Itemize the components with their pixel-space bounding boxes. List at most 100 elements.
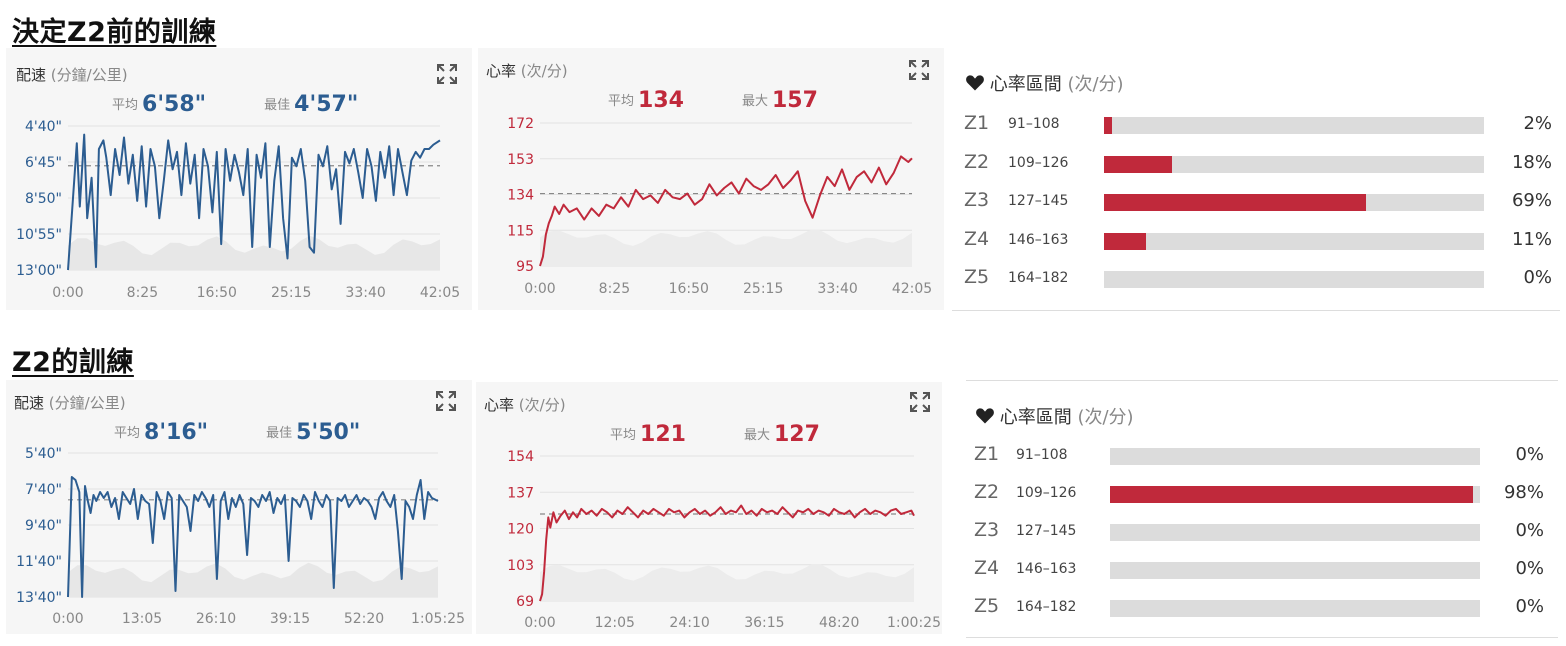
zone-row-z1: Z1 91–108 0% [966,443,1558,467]
hr-zones-header: 心率區間 (次/分) [976,403,1134,429]
zone-range: 164–182 [1008,270,1069,286]
zone-bar-track [1110,562,1480,579]
y-tick-label: 137 [507,485,534,501]
pace-chart: 4'40" 6'45" 8'50" 10'55" 13'00" 0:00 8:25 16:50… [16,119,460,301]
background-area [540,229,912,266]
y-tick-label: 11'40" [16,554,62,570]
zone-bar-fill [1104,155,1173,173]
zone-percent: 0% [1523,267,1552,288]
zone-percent: 18% [1511,151,1552,173]
zone-name: Z3 [974,519,1000,541]
y-tick-label: 120 [507,522,534,538]
zone-range: 127–145 [1008,193,1069,209]
y-tick-label: 153 [507,152,534,168]
zone-range: 146–163 [1008,231,1069,248]
y-tick-label: 7'40" [25,482,62,498]
pace-chart-panel: 配速 (分鐘/公里) 平均 6'58" 最佳 4'57" 4'40" 6'45" 8'50… [6,48,472,310]
x-tick-label: 48:20 [819,615,859,631]
hr-chart-panel: 心率 (次/分) 平均 134 最大 157 172 153 134 115 95 0:00 8:… [478,48,944,310]
zone-bar-fill [1104,232,1146,250]
zone-range: 164–182 [1016,599,1077,615]
y-tick-label: 13'00" [16,263,62,279]
zone-bar-track [1104,194,1484,211]
x-tick-label: 12:05 [595,615,635,631]
zone-name: Z3 [964,189,990,211]
x-tick-label: 0:00 [52,285,83,301]
zone-range: 109–126 [1016,485,1077,501]
y-tick-label: 172 [507,116,534,132]
zone-bar-track [1104,117,1484,134]
section-title: Z2的訓練 [12,347,134,378]
y-tick-label: 103 [507,558,534,574]
zones-label: 心率區間 [989,74,1062,95]
zone-row-z5: Z5 164–182 0% [966,595,1558,619]
zone-percent: 69% [1511,190,1552,211]
x-tick-label: 24:10 [669,615,709,631]
y-tick-label: 134 [507,188,534,204]
x-tick-label: 1:05:25 [411,611,465,627]
zone-bar-fill [1110,486,1473,503]
background-area [540,564,914,601]
x-tick-label: 25:15 [743,281,783,297]
zone-row-z1: Z1 91–108 2% [952,112,1560,136]
y-tick-label: 5'40" [25,446,62,462]
zone-name: Z1 [964,112,990,134]
x-tick-label: 42:05 [892,281,932,297]
pace-chart-panel: 配速 (分鐘/公里) 平均 8'16" 最佳 5'50" 5'40" 7'40" 9'40… [6,380,472,634]
zone-bar-track [1110,486,1480,503]
zone-percent: 0% [1515,596,1544,617]
zones-unit: (次/分) [1067,74,1124,95]
section-title: 決定Z2前的訓練 [12,17,217,48]
x-tick-label: 0:00 [524,281,555,297]
zone-percent: 0% [1515,558,1544,579]
zone-percent: 2% [1523,113,1552,134]
y-tick-label: 154 [507,449,534,465]
hr-chart-panel: 心率 (次/分) 平均 121 最大 127 154 137 120 103 69 0:00 12… [476,382,942,634]
zone-row-z3: Z3 127–145 0% [966,519,1558,543]
pace-chart: 5'40" 7'40" 9'40" 11'40" 13'40" 0:00 13:05 26:1… [16,446,465,627]
y-tick-label: 9'40" [25,518,62,534]
y-tick-label: 4'40" [25,119,62,135]
x-tick-label: 0:00 [524,615,555,631]
hr-zones-panel: 心率區間 (次/分) Z1 91–108 2% Z2 109–126 18% Z3 127–1… [952,48,1560,311]
zone-percent: 98% [1503,482,1544,503]
heart-icon [966,75,984,91]
y-tick-label: 69 [516,594,534,610]
hr-zones-header: 心率區間 (次/分) [966,70,1124,96]
x-tick-label: 33:40 [345,285,385,301]
elevation-area [68,235,440,270]
x-tick-label: 33:40 [817,281,857,297]
zone-bar-track [1104,232,1484,250]
y-tick-label: 95 [516,259,534,275]
zone-name: Z4 [964,227,990,250]
hr-chart: 172 153 134 115 95 0:00 8:25 16:50 25:15 33:40 42:… [507,116,932,297]
y-tick-label: 10'55" [16,227,62,243]
hr-chart: 154 137 120 103 69 0:00 12:05 24:10 36:15 48:20 1:… [507,449,941,631]
zone-name: Z2 [964,150,990,173]
x-tick-label: 0:00 [52,611,83,627]
x-tick-label: 42:05 [420,285,460,301]
y-tick-label: 6'45" [25,155,62,171]
zone-percent: 0% [1515,444,1544,465]
zone-bar-fill [1104,194,1367,211]
zone-row-z4: Z4 146–163 11% [952,228,1560,252]
zone-range: 109–126 [1008,154,1069,171]
zone-row-z3: Z3 127–145 69% [952,189,1560,213]
zone-name: Z5 [964,266,990,288]
zone-row-z2: Z2 109–126 18% [952,151,1560,175]
x-tick-label: 36:15 [744,615,784,631]
x-tick-label: 8:25 [599,281,630,297]
zone-range: 91–108 [1008,116,1060,132]
y-tick-label: 13'40" [16,590,62,606]
x-tick-label: 16:50 [197,285,237,301]
x-tick-label: 8:25 [127,285,158,301]
zones-unit: (次/分) [1077,407,1134,428]
zone-name: Z5 [974,595,1000,617]
zone-name: Z1 [974,443,1000,465]
zone-percent: 11% [1511,228,1552,250]
x-tick-label: 26:10 [196,611,236,627]
zone-name: Z4 [974,557,1000,579]
zone-range: 146–163 [1016,561,1077,577]
x-tick-label: 16:50 [669,281,709,297]
x-tick-label: 25:15 [271,285,311,301]
